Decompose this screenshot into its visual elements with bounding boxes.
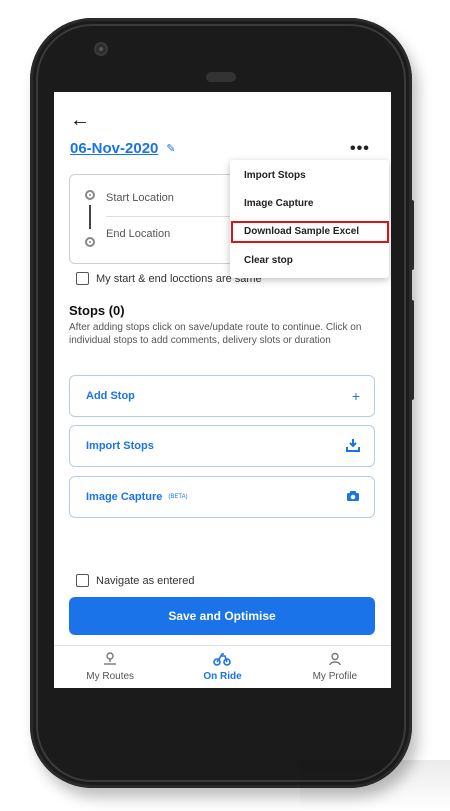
menu-item-clear-stop[interactable]: Clear stop: [244, 255, 293, 266]
nav-on-ride[interactable]: On Ride: [166, 646, 278, 688]
image-capture-button[interactable]: Image Capture (BETA): [69, 476, 375, 518]
pencil-icon[interactable]: ✎: [166, 142, 175, 155]
route-pin-icon: [103, 652, 117, 669]
beta-badge: (BETA): [168, 494, 188, 500]
nav-my-profile-label: My Profile: [312, 671, 358, 682]
camera-icon: [94, 42, 108, 56]
navigate-label: Navigate as entered: [96, 574, 195, 587]
download-icon: [346, 438, 360, 455]
date-row: 06-Nov-2020 ✎: [70, 140, 176, 157]
stops-title: Stops (0): [69, 303, 125, 318]
route-line: [89, 205, 91, 229]
image-capture-text: Image Capture (BETA): [86, 491, 188, 503]
app-screen: ← 06-Nov-2020 ✎ ••• Start Location End L…: [54, 92, 391, 688]
speaker-grille: [206, 72, 236, 82]
bottom-nav: My Routes On Ride My Profile: [54, 645, 391, 688]
image-capture-label: Image Capture: [86, 491, 163, 503]
nav-on-ride-label: On Ride: [203, 671, 242, 682]
camera-icon: [346, 489, 360, 505]
highlight-box: [231, 221, 389, 243]
bike-icon: [213, 652, 232, 669]
more-dots-icon[interactable]: •••: [350, 140, 370, 158]
back-arrow-icon[interactable]: ←: [70, 110, 90, 130]
menu-item-import-stops[interactable]: Import Stops: [244, 170, 306, 181]
phone-side-button: [409, 200, 414, 270]
import-stops-label: Import Stops: [86, 440, 154, 452]
import-stops-button[interactable]: Import Stops: [69, 425, 375, 467]
save-and-optimise-button[interactable]: Save and Optimise: [69, 597, 375, 635]
start-dot-icon: [85, 190, 95, 200]
end-dot-icon: [85, 237, 95, 247]
end-location-input[interactable]: End Location: [106, 228, 170, 240]
input-divider: [106, 216, 231, 217]
start-location-input[interactable]: Start Location: [106, 192, 174, 204]
stops-description: After adding stops click on save/update …: [69, 322, 362, 346]
route-date[interactable]: 06-Nov-2020: [70, 140, 158, 157]
menu-item-image-capture[interactable]: Image Capture: [244, 198, 313, 209]
phone-side-button: [409, 300, 414, 400]
navigate-checkbox[interactable]: [76, 574, 89, 587]
person-icon: [328, 652, 342, 669]
navigate-row: Navigate as entered: [76, 574, 194, 587]
add-stop-button[interactable]: Add Stop +: [69, 375, 375, 417]
same-location-checkbox[interactable]: [76, 272, 89, 285]
overflow-menu: Import Stops Image Capture Download Samp…: [230, 160, 389, 278]
nav-my-routes-label: My Routes: [86, 671, 135, 682]
nav-my-routes[interactable]: My Routes: [54, 646, 166, 688]
shadow-reflection: [300, 760, 450, 810]
add-stop-label: Add Stop: [86, 390, 135, 402]
plus-icon: +: [351, 388, 360, 404]
nav-my-profile[interactable]: My Profile: [279, 646, 391, 688]
